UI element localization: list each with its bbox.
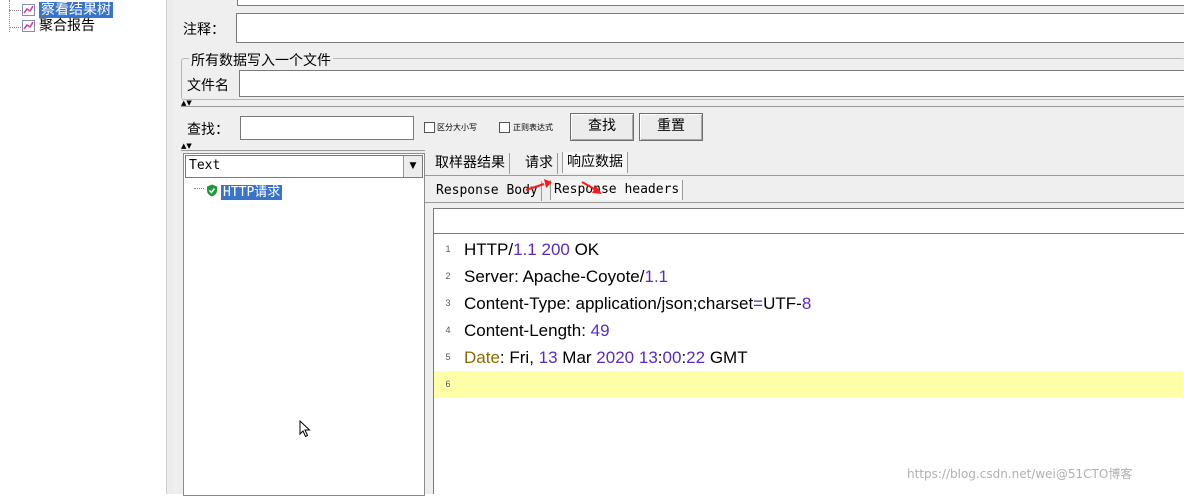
find-button[interactable]: 查找: [570, 113, 634, 141]
renderer-value: Text: [189, 158, 221, 173]
header-token: =: [753, 294, 764, 313]
search-label: 查找：: [187, 122, 229, 138]
headers-search-field[interactable]: [433, 208, 1184, 234]
header-token: 22: [686, 348, 706, 367]
search-input[interactable]: [240, 116, 414, 140]
header-token: 13: [638, 348, 658, 367]
header-text: Date: Fri, 13 Mar 2020 13:00:22 GMT: [464, 344, 748, 371]
header-token: OK: [569, 240, 600, 259]
tree-line: [194, 188, 204, 189]
header-line: 4 Content-Length: 49: [434, 317, 1183, 344]
header-token: GMT: [705, 348, 748, 367]
header-token: 00: [662, 348, 682, 367]
tree-item-label: 察看结果树: [39, 2, 113, 18]
filename-field[interactable]: [239, 70, 1184, 97]
file-group-title: 所有数据写入一个文件: [189, 50, 333, 70]
line-number: 2: [445, 271, 451, 281]
regex-label: 正则表达式: [513, 123, 553, 132]
header-text: Content-Type: application/json;charset=U…: [464, 290, 811, 317]
collapse-arrows-icon[interactable]: ▲▼: [181, 143, 192, 150]
line-number: 4: [445, 325, 451, 335]
comment-field[interactable]: [236, 13, 1184, 43]
tree-line: [9, 10, 21, 11]
case-sensitive-checkbox[interactable]: [424, 122, 435, 133]
sample-item-label: HTTP请求: [221, 185, 283, 200]
chart-icon: [22, 4, 35, 16]
filename-label: 文件名: [187, 78, 229, 94]
reset-button[interactable]: 重置: [639, 113, 703, 141]
comment-label: 注释：: [183, 22, 225, 38]
header-token: 1.1: [644, 267, 669, 286]
header-line: 5 Date: Fri, 13 Mar 2020 13:00:22 GMT: [434, 344, 1183, 371]
tab-sampler-result[interactable]: 取样器结果: [431, 153, 510, 174]
header-text: HTTP/1.1 200 OK: [464, 236, 599, 263]
renderer-select[interactable]: Text ▼: [185, 155, 423, 178]
results-tree-panel: 注释： 所有数据写入一个文件 文件名 ▲▼ 查找： 区分大小写 正则表达式 查找…: [173, 0, 1184, 496]
header-text: Server: Apache-Coyote/1.1: [464, 263, 668, 290]
line-number: 5: [445, 352, 451, 362]
annotation-arrows: [525, 179, 602, 194]
line-number: 3: [445, 298, 451, 308]
shield-check-icon: [206, 184, 218, 201]
line-number: 1: [445, 244, 451, 254]
header-token: 2020: [596, 348, 635, 367]
line-number: 6: [445, 379, 451, 389]
header-token: : Fri,: [499, 348, 539, 367]
header-line: 2 Server: Apache-Coyote/1.1: [434, 263, 1183, 290]
header-token: Content-Type: application/json;charset: [464, 294, 754, 313]
case-sensitive-label: 区分大小写: [437, 123, 477, 132]
header-token: 200: [541, 240, 570, 259]
sample-tree-pane: Text ▼ HTTP请求: [183, 153, 425, 496]
divider: [181, 106, 1184, 107]
header-token: Date: [464, 348, 500, 367]
watermark: https://blog.csdn.net/wei@51CTO博客: [907, 467, 1133, 481]
header-token: 8: [801, 294, 812, 313]
tree-item-label: 聚合报告: [39, 18, 95, 34]
header-token: Mar: [557, 348, 597, 367]
tree-line: [9, 27, 21, 28]
test-plan-tree: 察看结果树 聚合报告: [0, 0, 166, 494]
header-token: 1.1: [513, 240, 537, 259]
name-field[interactable]: [237, 0, 1184, 6]
header-token: UTF-: [763, 294, 802, 313]
regex-checkbox[interactable]: [499, 122, 510, 133]
header-token: HTTP/: [464, 240, 514, 259]
mouse-cursor-icon: [299, 419, 311, 442]
sample-item-http-request[interactable]: HTTP请求: [206, 181, 283, 201]
headers-text-area[interactable]: 1 HTTP/1.1 200 OK 2 Server: Apache-Coyote/1…: [433, 234, 1184, 494]
result-detail-pane: 取样器结果 请求 响应数据 Response Body Response hea…: [425, 150, 1184, 494]
header-token: Content-Length:: [464, 321, 591, 340]
header-line: 6: [434, 371, 1183, 398]
header-token: 13: [538, 348, 558, 367]
header-line: 1 HTTP/1.1 200 OK: [434, 236, 1183, 263]
chart-icon: [22, 20, 35, 32]
chevron-down-icon[interactable]: ▼: [403, 156, 422, 177]
subtab-underline: [425, 202, 1184, 203]
header-text: Content-Length: 49: [464, 317, 610, 344]
header-line: 3 Content-Type: application/json;charset=…: [434, 290, 1183, 317]
tree-item-view-results-tree[interactable]: 察看结果树: [22, 2, 113, 19]
tree-item-aggregate-report[interactable]: 聚合报告: [22, 18, 95, 35]
header-token: 49: [590, 321, 610, 340]
header-token: Server: Apache-Coyote/: [464, 267, 645, 286]
